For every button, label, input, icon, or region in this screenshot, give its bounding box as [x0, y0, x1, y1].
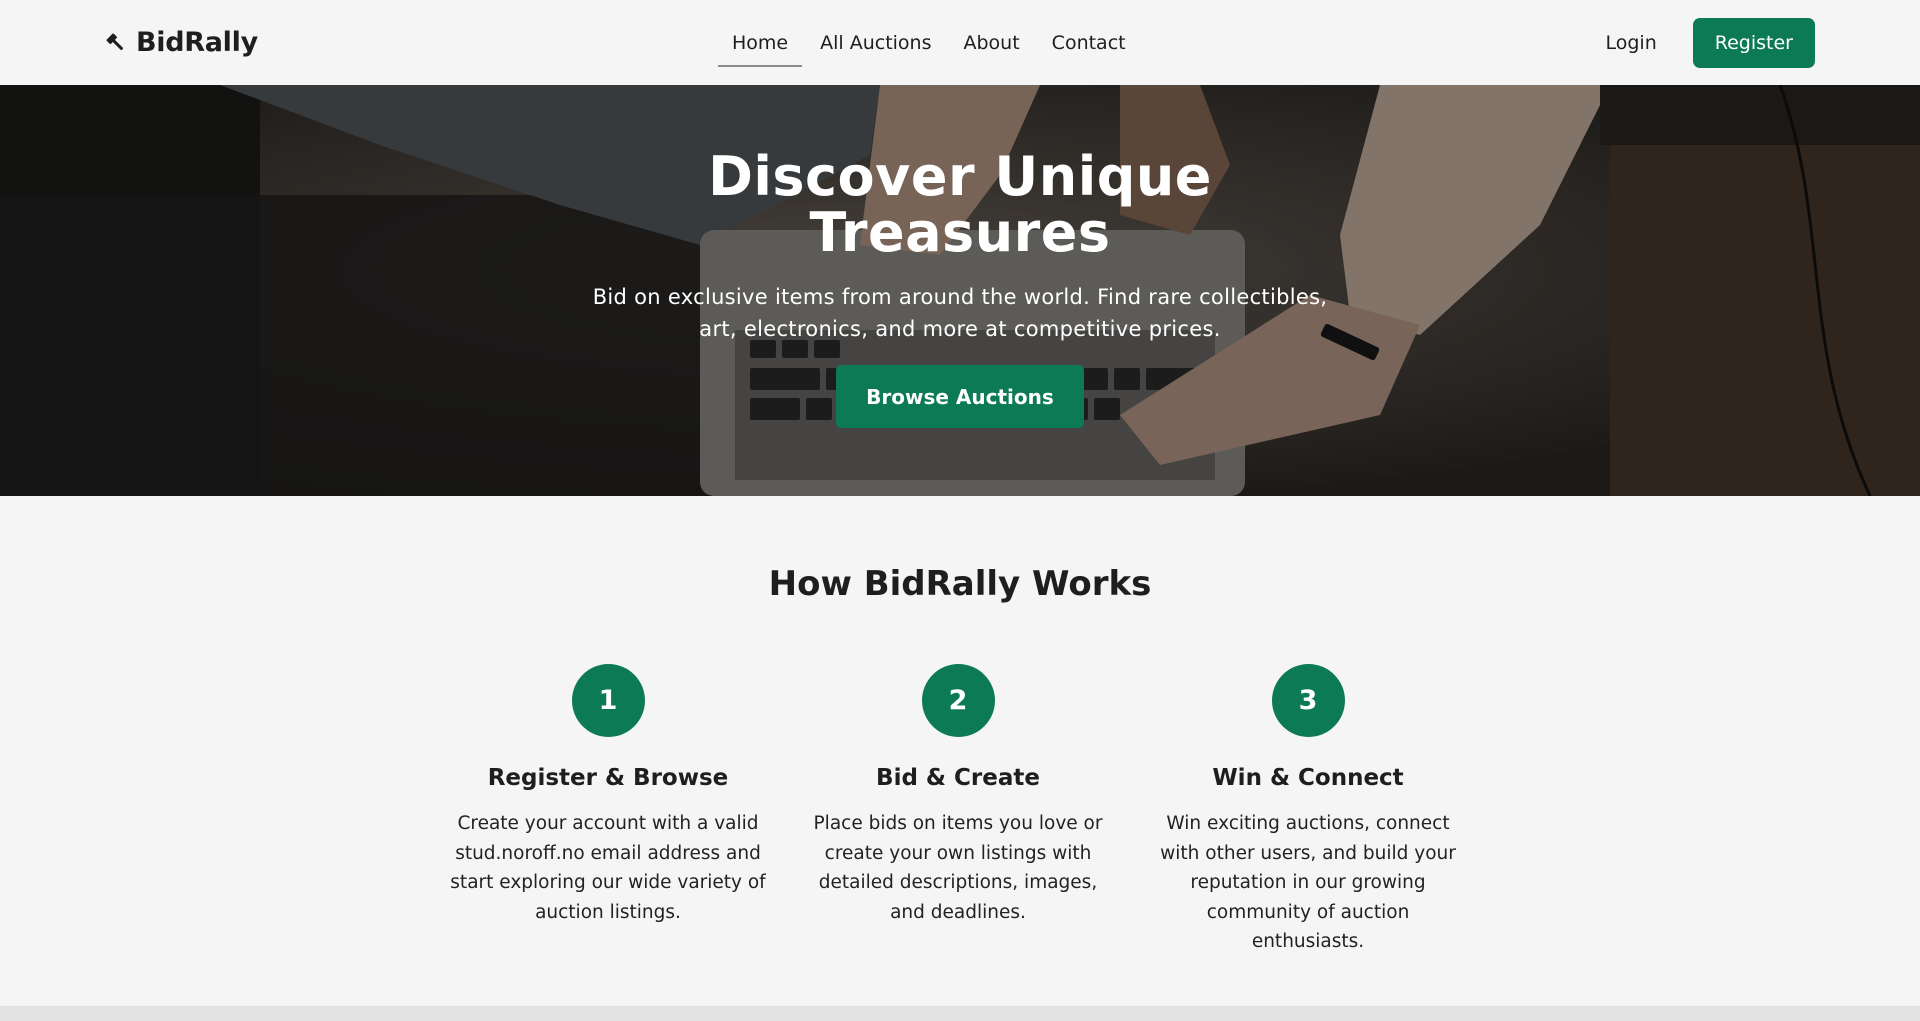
footer-edge — [0, 1006, 1920, 1021]
nav-link-about[interactable]: About — [949, 22, 1033, 64]
main-nav: Home All Auctions About Contact — [718, 0, 1140, 85]
brand-name: BidRally — [136, 27, 258, 58]
step-description: Place bids on items you love or create y… — [813, 813, 1103, 923]
nav-link-all-auctions[interactable]: All Auctions — [806, 22, 945, 64]
auth-actions: Login Register — [1596, 0, 1815, 85]
step-description: Create your account with a valid stud.no… — [450, 813, 766, 923]
step-number-badge: 1 — [571, 664, 645, 737]
step-card: 2 Bid & Create Place bids on items you l… — [793, 664, 1123, 957]
steps-list: 1 Register & Browse Create your account … — [443, 664, 1473, 957]
step-card: 3 Win & Connect Win exciting auctions, c… — [1143, 664, 1473, 957]
step-card: 1 Register & Browse Create your account … — [443, 664, 773, 957]
hero-content: Discover Unique Treasures Bid on exclusi… — [0, 85, 1920, 496]
step-description: Win exciting auctions, connect with othe… — [1160, 813, 1456, 952]
gavel-icon — [104, 31, 128, 55]
brand-logo-link[interactable]: BidRally — [104, 0, 258, 85]
nav-link-contact[interactable]: Contact — [1038, 22, 1140, 64]
how-it-works-section: How BidRally Works 1 Register & Browse C… — [0, 496, 1920, 1006]
top-navbar: BidRally Home All Auctions About Contact… — [0, 0, 1920, 85]
step-title: Bid & Create — [876, 765, 1040, 791]
step-title: Register & Browse — [487, 765, 729, 791]
hero-section: Discover Unique Treasures Bid on exclusi… — [0, 85, 1920, 496]
hero-title: Discover Unique Treasures — [708, 145, 1212, 264]
login-link[interactable]: Login — [1596, 24, 1667, 62]
browse-auctions-button[interactable]: Browse Auctions — [836, 365, 1084, 428]
step-title: Win & Connect — [1212, 765, 1404, 791]
how-it-works-title: How BidRally Works — [768, 564, 1152, 604]
hero-subtitle: Bid on exclusive items from around the w… — [592, 285, 1328, 341]
register-button[interactable]: Register — [1692, 17, 1815, 68]
nav-link-home[interactable]: Home — [718, 22, 803, 67]
step-number-badge: 3 — [1271, 664, 1345, 737]
step-number-badge: 2 — [921, 664, 995, 737]
